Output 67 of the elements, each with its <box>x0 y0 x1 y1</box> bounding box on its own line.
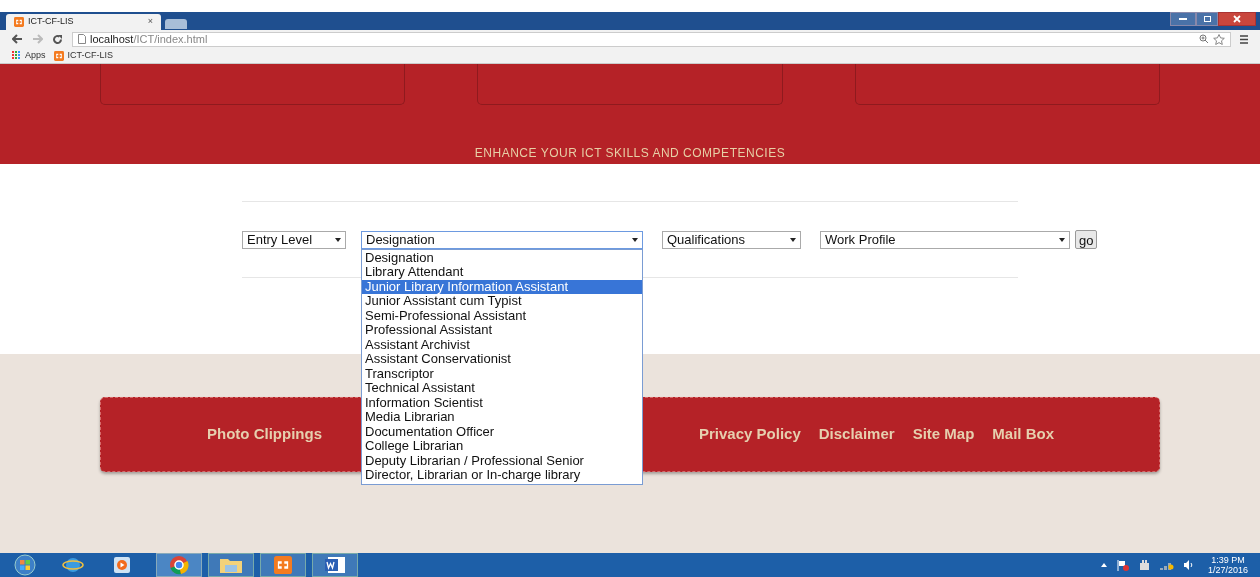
dropdown-option[interactable]: Director, Librarian or In-charge library <box>362 468 642 483</box>
network-icon[interactable] <box>1159 560 1174 570</box>
caret-icon <box>632 237 638 242</box>
clock[interactable]: 1:39 PM 1/27/2016 <box>1207 555 1248 575</box>
bookmark[interactable]: ICT-CF-LIS <box>53 48 114 63</box>
page-icon <box>78 34 86 44</box>
power-icon[interactable] <box>1138 559 1150 571</box>
dropdown-option[interactable]: Deputy Librarian / Professional Senior <box>362 453 642 468</box>
footer-link[interactable]: Mail Box <box>992 423 1054 446</box>
dropdown-option[interactable]: Media Librarian <box>362 410 642 425</box>
taskbar-button[interactable] <box>260 553 306 577</box>
app-logo-icon <box>53 50 64 61</box>
dropdown-select[interactable]: Work Profile <box>820 230 1070 249</box>
close-icon <box>1233 15 1241 23</box>
star-icon[interactable] <box>1213 33 1225 45</box>
dropdown-option[interactable]: Assistant Conservationist <box>362 352 642 367</box>
close-icon[interactable]: × <box>147 15 153 29</box>
flag-icon[interactable] <box>1116 559 1129 571</box>
dropdown-option[interactable]: Designation <box>362 250 642 265</box>
dropdown-option[interactable]: Assistant Archivist <box>362 337 642 352</box>
browser-globe-icon[interactable] <box>62 555 84 575</box>
dropdown-option[interactable]: Junior Assistant cum Typist <box>362 294 642 309</box>
app-logo-icon <box>274 556 292 574</box>
dropdown-option[interactable]: Information Scientist <box>362 395 642 410</box>
dropdown-option[interactable]: Transcriptor <box>362 366 642 381</box>
apps-grid-icon <box>12 51 21 60</box>
caret-icon <box>1059 237 1065 242</box>
reload-icon[interactable] <box>52 33 63 45</box>
dropdown-option[interactable]: Documentation Officer <box>362 424 642 439</box>
footer-link[interactable]: Photo Clippings <box>207 423 322 446</box>
app-logo-icon <box>14 17 24 27</box>
footer-link[interactable]: Disclaimer <box>818 423 895 446</box>
dropdown-option[interactable]: Junior Library Information Assistant <box>362 279 642 294</box>
dropdown-option[interactable]: Technical Assistant <box>362 381 642 396</box>
footer-link[interactable]: Privacy Policy <box>699 423 801 446</box>
show-hidden-icon[interactable] <box>1100 563 1107 567</box>
start-orb-icon[interactable] <box>12 554 38 576</box>
back-icon[interactable] <box>12 34 23 44</box>
dropdown-select[interactable]: Designation <box>361 230 643 249</box>
media-player-icon[interactable] <box>114 557 130 573</box>
zoom-icon[interactable] <box>1199 34 1209 44</box>
dropdown-option[interactable]: Library Attendant <box>362 265 642 280</box>
taskbar-button[interactable] <box>156 553 202 577</box>
caret-icon <box>335 237 341 242</box>
maximize-button[interactable] <box>1196 12 1218 26</box>
go-button[interactable]: go <box>1075 230 1098 249</box>
dropdown-option[interactable]: Professional Assistant <box>362 323 642 338</box>
minimize-button[interactable] <box>1170 12 1196 26</box>
bookmark[interactable]: Apps <box>12 48 46 63</box>
url-text: localhost/ICT/index.html <box>90 31 208 47</box>
menu-icon[interactable] <box>1240 34 1248 44</box>
folder-icon <box>219 556 243 574</box>
dropdown-select[interactable]: Qualifications <box>662 230 801 249</box>
dropdown-select[interactable]: Entry Level <box>242 230 346 249</box>
dropdown-option[interactable]: Semi-Professional Assistant <box>362 308 642 323</box>
caret-icon <box>790 237 796 242</box>
browser-tab[interactable]: ICT-CF-LIS × <box>6 14 161 30</box>
footer-link[interactable]: Site Map <box>912 423 975 446</box>
dropdown-option[interactable]: College Librarian <box>362 439 642 454</box>
chrome-like-icon <box>169 555 189 575</box>
volume-icon[interactable] <box>1183 560 1194 570</box>
close-button[interactable] <box>1218 12 1256 26</box>
taskbar-button[interactable] <box>312 553 358 577</box>
taskbar-button[interactable] <box>208 553 254 577</box>
banner-tagline: ENHANCE YOUR ICT SKILLS AND COMPETENCIES <box>474 145 786 162</box>
document-app-icon <box>324 556 346 574</box>
address-bar[interactable]: localhost/ICT/index.html <box>72 31 1231 47</box>
